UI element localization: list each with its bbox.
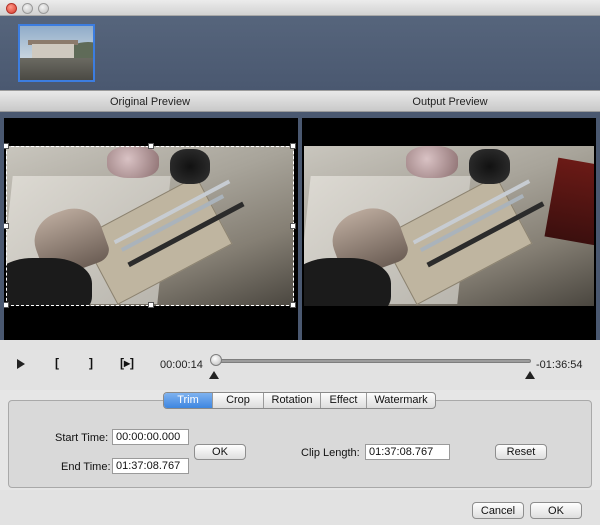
trim-ok-button[interactable]: OK (194, 444, 246, 460)
end-time-label: End Time: (61, 461, 111, 473)
tab-watermark[interactable]: Watermark (367, 393, 435, 408)
trim-end-marker[interactable] (525, 371, 535, 379)
start-time-input[interactable] (112, 429, 189, 445)
output-preview-label: Output Preview (412, 96, 488, 108)
clip-length-label: Clip Length: (301, 447, 360, 459)
play-icon[interactable] (14, 356, 28, 372)
maximize-window-button[interactable] (38, 3, 49, 14)
tab-effect[interactable]: Effect (321, 393, 367, 408)
close-window-button[interactable] (6, 3, 17, 14)
reset-button[interactable]: Reset (495, 444, 547, 460)
crop-handle-right[interactable] (290, 223, 296, 229)
preview-segment-button[interactable]: [▸] (118, 356, 136, 372)
crop-handle-top-left[interactable] (4, 143, 9, 149)
crop-handle-top-right[interactable] (290, 143, 296, 149)
clip-thumbnail[interactable] (18, 24, 95, 82)
output-video-frame (304, 146, 594, 306)
seek-bar[interactable] (213, 359, 531, 363)
clip-strip (0, 16, 600, 90)
original-preview-label: Original Preview (109, 96, 191, 108)
playback-controls: [ ] [▸] 00:00:14 -01:36:54 (0, 340, 600, 390)
output-preview (302, 118, 596, 340)
original-preview (4, 118, 298, 340)
ok-button[interactable]: OK (530, 502, 582, 519)
trim-start-marker[interactable] (209, 371, 219, 379)
tab-trim[interactable]: Trim (164, 393, 213, 408)
crop-handle-bottom-left[interactable] (4, 302, 9, 308)
crop-handle-left[interactable] (4, 223, 9, 229)
end-time-input[interactable] (112, 458, 189, 474)
tab-crop[interactable]: Crop (213, 393, 264, 408)
minimize-window-button[interactable] (22, 3, 33, 14)
edit-panel: Start Time: End Time: OK Clip Length: Re… (8, 400, 592, 488)
tab-rotation[interactable]: Rotation (264, 393, 321, 408)
preview-area (0, 112, 600, 340)
cancel-button[interactable]: Cancel (472, 502, 524, 519)
remaining-time: -01:36:54 (536, 359, 583, 371)
clip-length-field (365, 444, 450, 460)
mark-in-button[interactable]: [ (50, 356, 64, 372)
crop-handle-bottom-right[interactable] (290, 302, 296, 308)
mark-out-button[interactable]: ] (84, 356, 98, 372)
title-bar (0, 0, 600, 16)
preview-header: Original Preview Output Preview (0, 90, 600, 112)
dialog-footer: Cancel OK (0, 490, 600, 525)
current-time: 00:00:14 (160, 359, 203, 371)
seek-knob[interactable] (210, 354, 222, 366)
crop-handle-top[interactable] (148, 143, 154, 149)
edit-tabs: Trim Crop Rotation Effect Watermark (163, 392, 436, 409)
crop-selection-box[interactable] (4, 143, 296, 308)
crop-handle-bottom[interactable] (148, 302, 154, 308)
start-time-label: Start Time: (55, 432, 109, 444)
